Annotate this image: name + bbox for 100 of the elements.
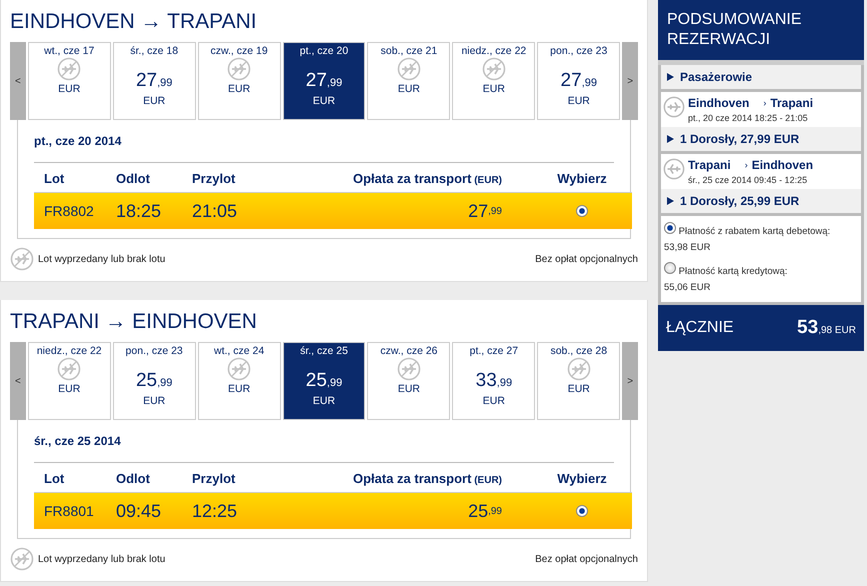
triangle-icon (667, 197, 674, 205)
date-label: wt., cze 24 (214, 345, 264, 357)
radio-button[interactable] (664, 262, 676, 274)
radio-button[interactable] (664, 222, 676, 234)
no-flight-icon (57, 57, 82, 81)
date-label: pt., cze 27 (470, 345, 518, 357)
date-label: wt., cze 17 (44, 45, 94, 57)
route-title: EINDHOVEN → TRAPANI (10, 9, 258, 35)
date-heading: śr., cze 25 2014 (34, 434, 614, 463)
origin-city: Trapani (688, 158, 731, 172)
date-tab[interactable]: niedz., cze 22 EUR (452, 42, 536, 120)
flight-time: śr., 25 cze 2014 09:45 - 12:25 (688, 175, 808, 185)
arrival-time: 21:05 (192, 193, 302, 229)
legend-text: Lot wyprzedany lub brak lotu (38, 554, 166, 564)
date-label: sob., cze 21 (380, 45, 438, 57)
flight-time: pt., 20 cze 2014 18:25 - 21:05 (688, 113, 809, 123)
date-label: pt., cze 20 (300, 45, 348, 57)
date-tab[interactable]: wt., cze 17 EUR (28, 42, 111, 120)
no-flight-icon (482, 57, 506, 81)
currency-label: EUR (143, 95, 166, 107)
currency-label: EUR (58, 383, 80, 395)
currency-label: EUR (312, 395, 336, 407)
payment-option: Płatność kartą kredytową: (678, 266, 788, 277)
date-tab[interactable]: czw., cze 26 EUR (367, 342, 450, 420)
triangle-icon (667, 135, 674, 143)
next-button[interactable]: > (622, 42, 638, 120)
fare-price: 25,99 (306, 370, 342, 392)
fare-price: 25,99 (302, 493, 502, 529)
currency-label: EUR (58, 83, 80, 95)
date-tab[interactable]: pt., cze 27 33,99 EUR (452, 342, 536, 420)
destination-city: Eindhoven (752, 158, 814, 172)
next-button[interactable]: > (622, 342, 638, 420)
date-label: śr., cze 25 (300, 345, 348, 357)
fare-toggle[interactable]: 1 Dorosły, 27,99 EUR (661, 127, 861, 151)
date-tab[interactable]: śr., cze 18 27,99 EUR (112, 42, 196, 120)
previous-button[interactable]: < (10, 342, 26, 420)
date-heading: pt., cze 20 2014 (34, 134, 614, 163)
fare-price: 27,99 (302, 193, 502, 229)
plane-icon (663, 158, 685, 180)
fare-price: 27,99 (306, 70, 342, 92)
no-flight-icon (396, 357, 421, 381)
fare-price: 25,99 (136, 370, 172, 392)
no-flight-icon (566, 357, 591, 381)
no-flight-icon (227, 357, 252, 381)
separator-icon: › (744, 160, 748, 170)
date-tab[interactable]: niedz., cze 22 EUR (28, 342, 111, 420)
currency-label: EUR (568, 383, 590, 395)
date-label: niedz., cze 22 (36, 345, 102, 357)
payment-option: Płatność z rabatem kartą debetową: (678, 226, 830, 237)
currency-label: EUR (398, 383, 420, 395)
plane-icon (663, 96, 685, 118)
date-label: pon., cze 23 (550, 45, 608, 57)
radio-button[interactable] (576, 205, 588, 217)
date-label: śr., cze 18 (130, 45, 178, 57)
currency-label: EUR (568, 95, 590, 107)
currency-label: EUR (143, 395, 166, 407)
date-tab[interactable]: pt., cze 20 27,99 EUR (282, 42, 366, 120)
arrival-time: 12:25 (192, 493, 302, 529)
date-tab[interactable]: wt., cze 24 EUR (198, 342, 281, 420)
date-tab[interactable]: sob., cze 28 EUR (537, 342, 620, 420)
fees-note: Bez opłat opcjonalnych (535, 254, 638, 264)
date-tab[interactable]: pon., cze 23 27,99 EUR (537, 42, 620, 120)
flight-number: FR8802 (34, 193, 116, 229)
triangle-icon (667, 73, 674, 81)
fare-price: 33,99 (476, 370, 512, 392)
route-title: TRAPANI → EINDHOVEN (10, 309, 258, 335)
fare-toggle[interactable]: 1 Dorosły, 25,99 EUR (661, 189, 861, 213)
no-flight-icon (396, 57, 421, 81)
fees-note: Bez opłat opcjonalnych (535, 554, 638, 564)
previous-button[interactable]: < (10, 42, 26, 120)
departure-time: 18:25 (116, 193, 192, 229)
date-label: czw., cze 26 (380, 345, 438, 357)
payment-amount: 53,98 EUR (664, 242, 710, 253)
legend-text: Lot wyprzedany lub brak lotu (38, 254, 166, 264)
origin-city: Eindhoven (688, 96, 750, 110)
payment-amount: 55,06 EUR (664, 282, 710, 293)
no-flight-icon (57, 357, 82, 381)
flight-number: FR8801 (34, 493, 116, 529)
no-flight-icon (10, 247, 34, 271)
date-tab[interactable]: pon., cze 23 25,99 EUR (112, 342, 196, 420)
fare-price: 27,99 (136, 70, 172, 92)
currency-label: EUR (228, 383, 250, 395)
date-tab[interactable]: śr., cze 25 25,99 EUR (282, 342, 366, 420)
passengers-toggle[interactable]: Pasażerowie (661, 65, 861, 89)
currency-label: EUR (312, 95, 336, 107)
date-tab[interactable]: czw., cze 19 EUR (198, 42, 281, 120)
date-label: czw., cze 19 (210, 45, 268, 57)
currency-label: EUR (482, 83, 505, 95)
no-flight-icon (227, 57, 252, 81)
radio-button[interactable] (576, 505, 588, 517)
date-tab[interactable]: sob., cze 21 EUR (367, 42, 450, 120)
separator-icon: › (763, 98, 766, 108)
date-label: niedz., cze 22 (461, 45, 526, 57)
total-label: ŁĄCZNIE (666, 319, 734, 337)
currency-label: EUR (398, 83, 420, 95)
currency-label: EUR (482, 395, 505, 407)
destination-city: Trapani (770, 96, 814, 110)
no-flight-icon (10, 547, 34, 571)
date-label: pon., cze 23 (126, 345, 183, 357)
summary-title: PODSUMOWANIE REZERWACJI (658, 0, 864, 65)
